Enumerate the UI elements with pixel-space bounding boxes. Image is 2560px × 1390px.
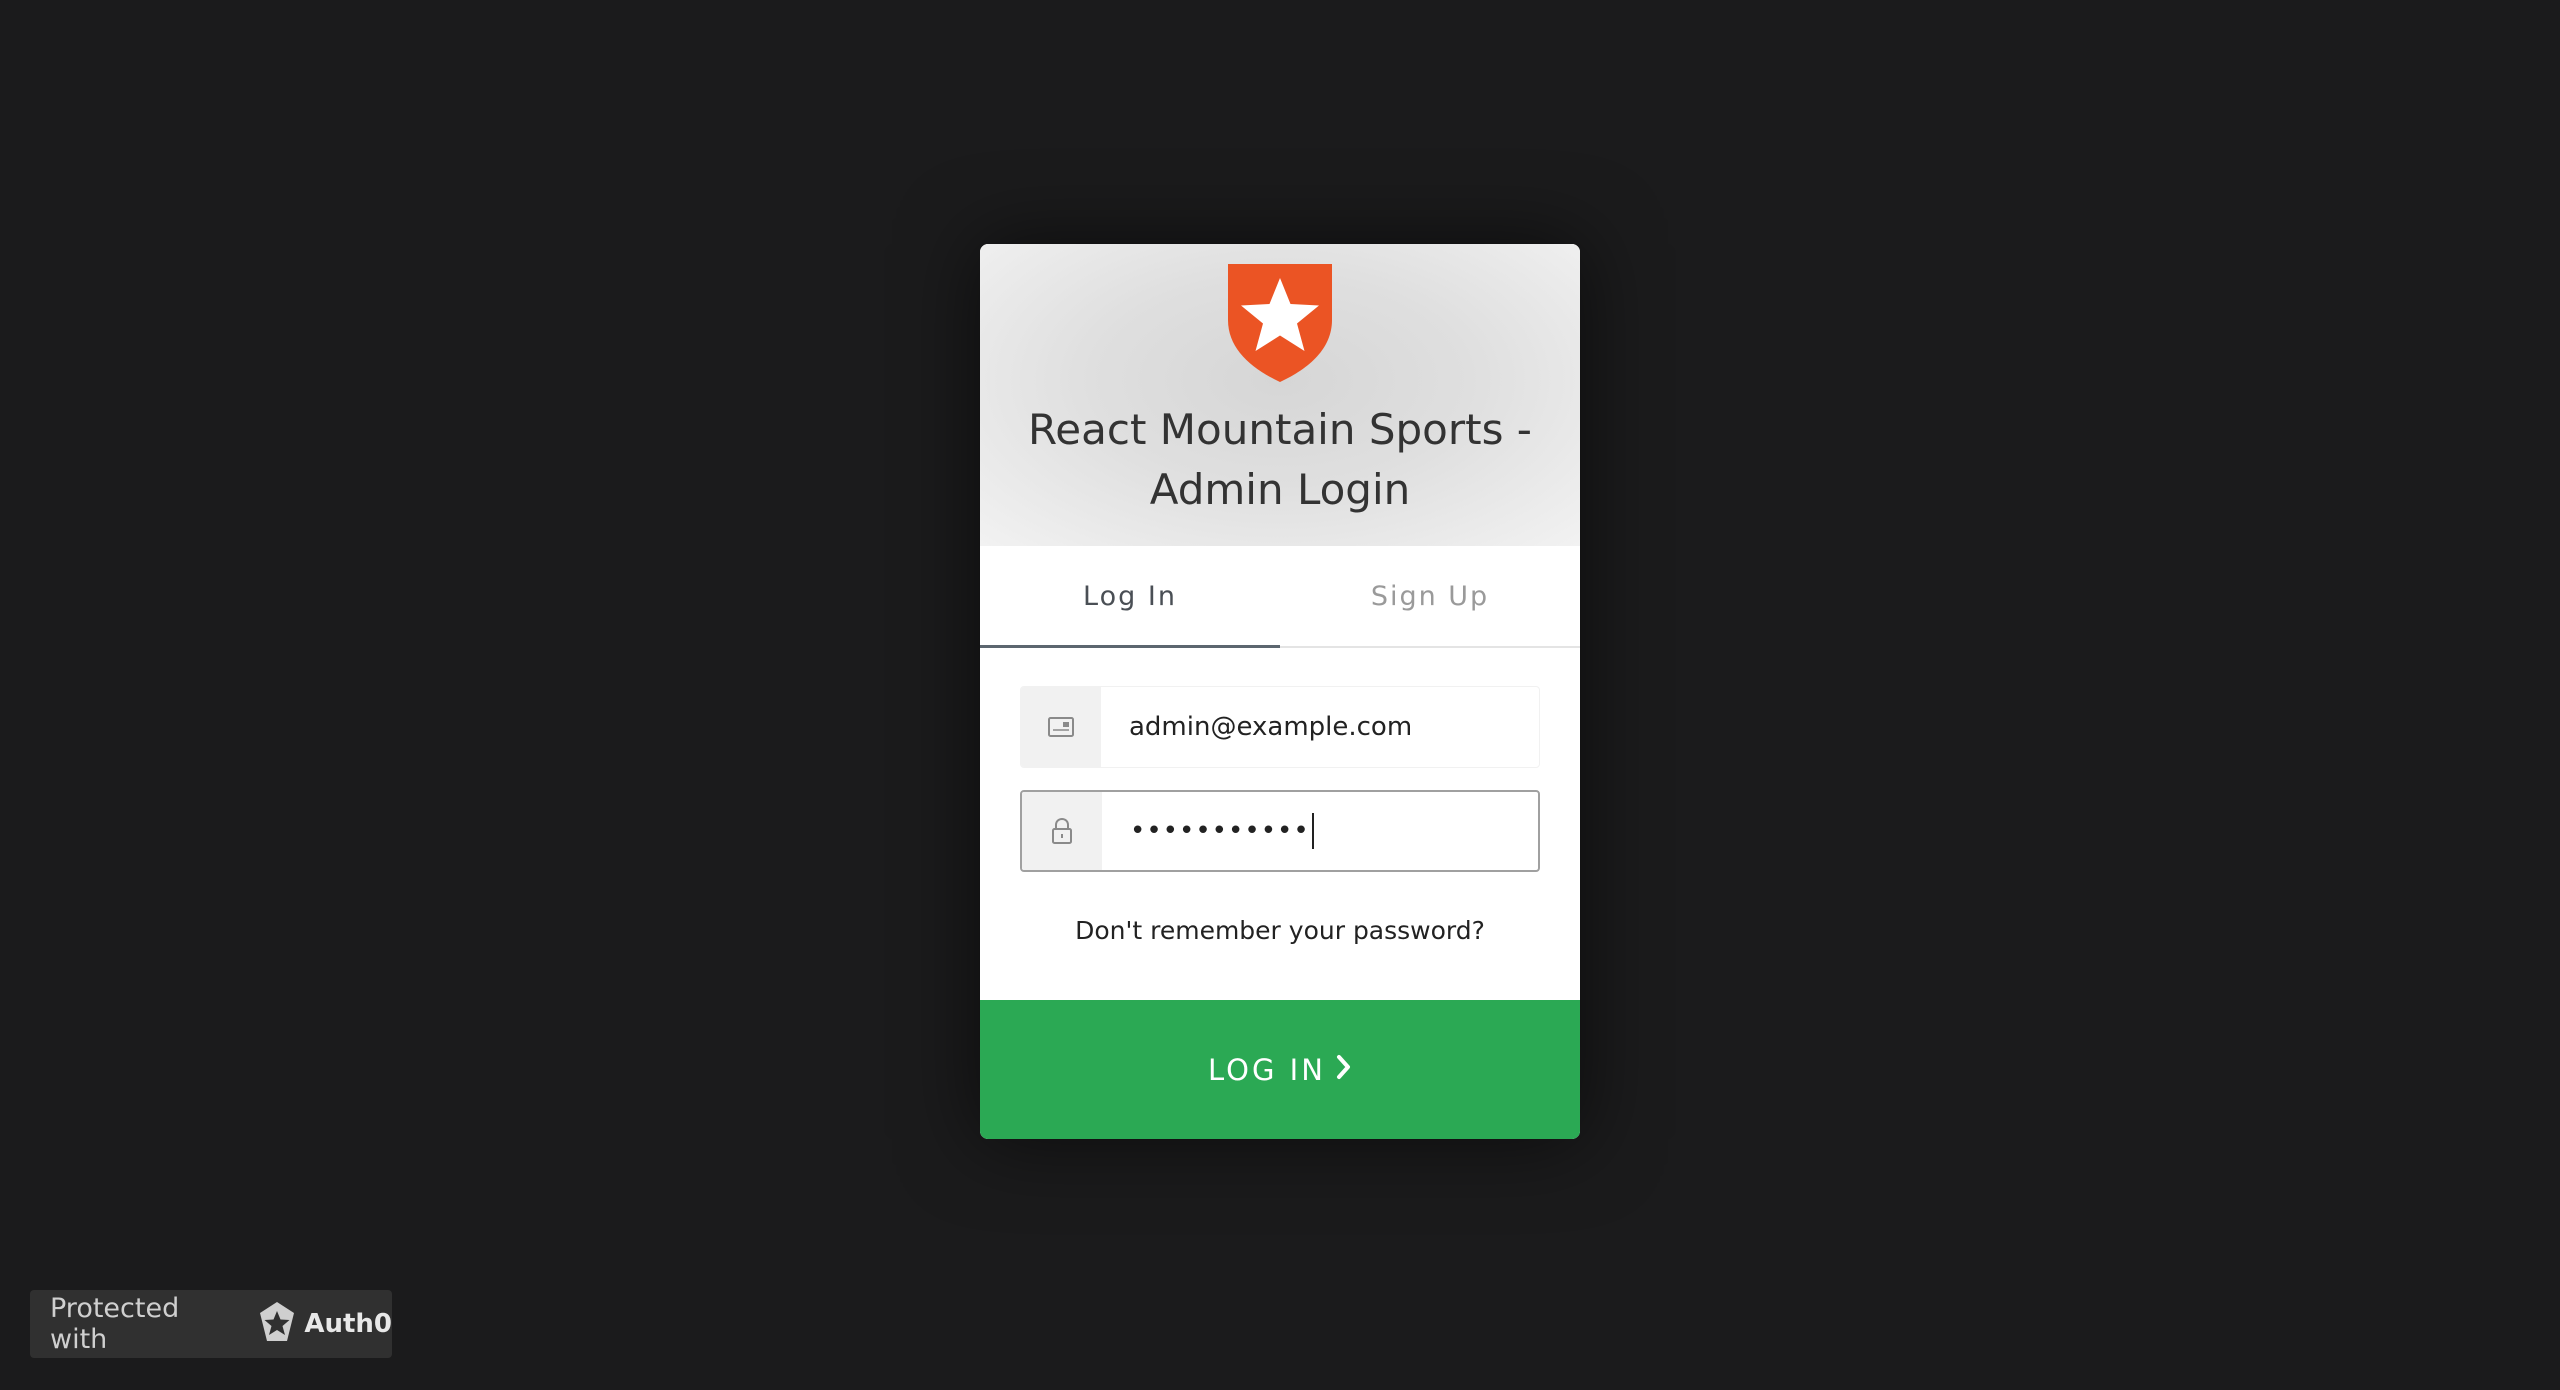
auth-tabs: Log In Sign Up bbox=[980, 546, 1580, 648]
email-value: admin@example.com bbox=[1129, 712, 1413, 742]
auth0-shield-logo bbox=[1228, 264, 1332, 382]
login-widget: React Mountain Sports - Admin Login Log … bbox=[980, 244, 1580, 1139]
text-caret bbox=[1311, 813, 1314, 849]
password-value: ••••••••••• bbox=[1130, 792, 1314, 870]
protected-with-auth0-badge[interactable]: Protected with Auth0 bbox=[30, 1290, 392, 1358]
email-icon-box bbox=[1021, 687, 1101, 767]
badge-brand: Auth0 bbox=[304, 1309, 392, 1339]
tab-log-in[interactable]: Log In bbox=[980, 546, 1280, 648]
forgot-password-link[interactable]: Don't remember your password? bbox=[980, 916, 1580, 945]
chevron-right-icon bbox=[1336, 1053, 1352, 1087]
lock-icon bbox=[1052, 817, 1072, 844]
log-in-button-label: LOG IN bbox=[1208, 1052, 1326, 1087]
password-field[interactable]: ••••••••••• bbox=[1020, 790, 1540, 872]
page-title: React Mountain Sports - Admin Login bbox=[1028, 405, 1532, 514]
log-in-button[interactable]: LOG IN bbox=[980, 1000, 1580, 1139]
password-masked-text: ••••••••••• bbox=[1130, 816, 1310, 846]
email-field[interactable]: admin@example.com bbox=[1020, 686, 1540, 768]
password-icon-box bbox=[1022, 792, 1102, 870]
auth0-badge-icon bbox=[258, 1301, 296, 1347]
widget-header: React Mountain Sports - Admin Login bbox=[980, 244, 1580, 546]
badge-label: Protected with bbox=[50, 1293, 180, 1355]
envelope-icon bbox=[1048, 717, 1074, 737]
tab-sign-up[interactable]: Sign Up bbox=[1280, 546, 1580, 648]
